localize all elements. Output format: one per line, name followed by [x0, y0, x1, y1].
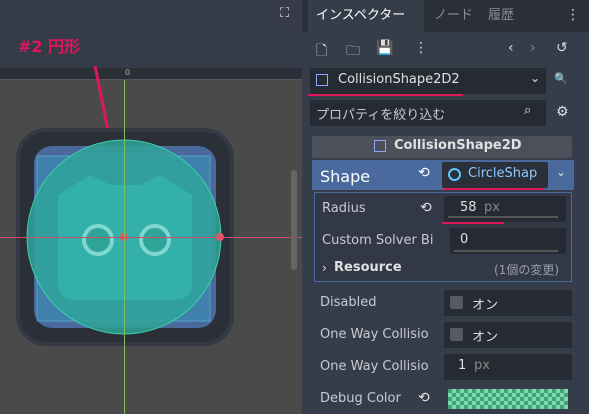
inspector-panel: インスペクター ノード 履歴 ⋮ 🗋 🗀 💾 ⋮ ‹ › ↺ Collision…	[302, 0, 589, 414]
disabled-row[interactable]: Disabled オン	[312, 288, 572, 318]
dock-tabs: インスペクター ノード 履歴 ⋮	[302, 0, 589, 32]
tab-inspector[interactable]: インスペクター	[308, 0, 424, 32]
debug-color-row[interactable]: Debug Color ⟲	[312, 384, 572, 414]
scene-canvas	[16, 65, 234, 346]
more-icon[interactable]: ⋮	[414, 40, 428, 56]
one-way-margin-label: One Way Collisio	[320, 359, 429, 374]
resource-row[interactable]: › Resource (1個の変更)	[314, 256, 574, 286]
radius-unit: px	[484, 200, 500, 215]
one-way-margin-unit: px	[474, 358, 490, 373]
section-title: CollisionShape2D	[394, 138, 522, 153]
y-axis-line	[124, 80, 125, 414]
resource-label: Resource	[334, 260, 402, 275]
save-icon[interactable]: 💾	[376, 40, 393, 56]
viewport-2d[interactable]: ⛶ #2 円形 0	[0, 0, 302, 414]
chevron-down-icon: ⌄	[530, 71, 541, 85]
shape-field[interactable]: CircleShap	[442, 162, 548, 188]
radius-value: 58	[460, 200, 477, 215]
node-name: CollisionShape2D2	[338, 72, 460, 87]
doc-icon[interactable]: 🔍	[554, 72, 568, 85]
tab-history[interactable]: 履歴	[480, 0, 522, 32]
vertical-scrollbar[interactable]	[291, 170, 297, 270]
back-icon[interactable]: ‹	[508, 40, 514, 56]
solver-label: Custom Solver Bi	[322, 233, 434, 248]
one-way-value: オン	[472, 330, 499, 345]
revert-icon[interactable]: ⟲	[418, 165, 430, 181]
circle-shape-icon	[448, 168, 461, 181]
solver-slider[interactable]	[454, 250, 558, 252]
history-icon[interactable]: ↺	[556, 40, 568, 56]
menu-icon[interactable]: ⋮	[566, 7, 580, 23]
folder-icon[interactable]: 🗀	[346, 40, 360, 64]
section-square-icon	[374, 140, 386, 152]
one-way-margin-row[interactable]: One Way Collisio 1 px	[312, 352, 572, 382]
radius-field[interactable]: 58 px	[444, 196, 566, 222]
node-square-icon	[316, 74, 328, 86]
filter-placeholder: プロパティを絞り込む	[316, 108, 446, 123]
filter-input[interactable]: プロパティを絞り込む ⌕	[310, 100, 546, 126]
solver-field[interactable]: 0	[450, 228, 566, 254]
disabled-checkbox[interactable]	[450, 296, 463, 309]
shape-value: CircleShap	[468, 166, 538, 181]
shape-dropdown-icon[interactable]: ⌄	[556, 165, 566, 179]
solver-value: 0	[460, 232, 469, 247]
shape-row[interactable]: Shape ⟲ CircleShap ⌄	[312, 160, 574, 190]
resource-changes: (1個の変更)	[494, 263, 559, 277]
forward-icon[interactable]: ›	[530, 40, 536, 56]
one-way-field[interactable]: オン	[444, 322, 572, 348]
disabled-label: Disabled	[320, 295, 377, 310]
disabled-field[interactable]: オン	[444, 290, 572, 316]
node-selector[interactable]: CollisionShape2D2 ⌄	[310, 68, 546, 94]
one-way-label: One Way Collisio	[320, 327, 429, 342]
one-way-row[interactable]: One Way Collisio オン	[312, 320, 572, 350]
solver-row[interactable]: Custom Solver Bi 0	[314, 226, 574, 256]
debug-color-swatch[interactable]	[448, 389, 568, 409]
tools-icon[interactable]: ⚙	[556, 104, 569, 120]
new-resource-icon[interactable]: 🗋	[316, 40, 327, 64]
one-way-margin-value: 1	[458, 358, 467, 373]
revert-icon-radius[interactable]: ⟲	[420, 200, 432, 216]
underline-node	[308, 94, 463, 96]
expand-icon: ›	[322, 261, 327, 275]
radius-slider[interactable]	[448, 216, 558, 218]
underline-radius	[442, 222, 504, 224]
revert-icon-debug[interactable]: ⟲	[418, 390, 430, 406]
tab-node[interactable]: ノード	[426, 0, 481, 32]
section-header: CollisionShape2D	[312, 136, 572, 158]
radius-row[interactable]: Radius ⟲ 58 px	[314, 194, 574, 224]
x-axis-line	[0, 237, 302, 238]
search-icon: ⌕	[524, 103, 532, 118]
underline-shape	[444, 188, 544, 190]
one-way-margin-field[interactable]: 1 px	[444, 354, 572, 380]
one-way-checkbox[interactable]	[450, 328, 463, 341]
disabled-value: オン	[472, 298, 499, 313]
